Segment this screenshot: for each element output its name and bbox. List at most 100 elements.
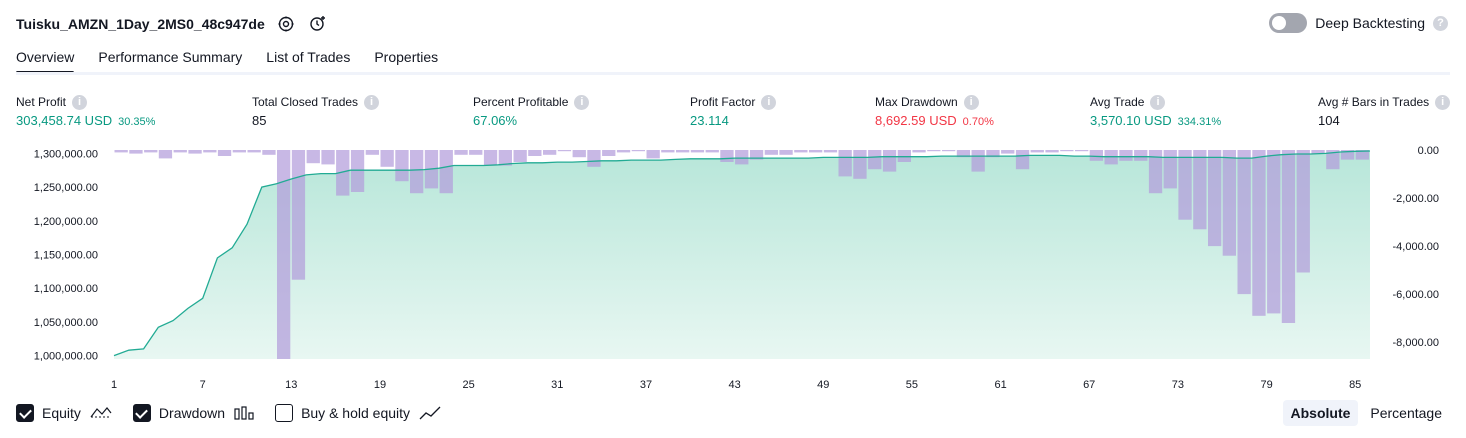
x-axis-tick: 19 xyxy=(374,379,386,391)
drawdown-bar xyxy=(1060,150,1074,152)
left-axis-tick: 1,200,000.00 xyxy=(34,216,98,228)
x-axis-tick: 7 xyxy=(200,379,206,391)
drawdown-bar xyxy=(1296,150,1310,273)
drawdown-bar xyxy=(557,150,572,152)
tab-list-of-trades[interactable]: List of Trades xyxy=(266,44,350,74)
metric-percent: 334.31% xyxy=(1177,116,1222,128)
drawdown-bar xyxy=(1267,150,1281,314)
report-tabs: Overview Performance Summary List of Tra… xyxy=(16,44,438,74)
x-axis-tick: 73 xyxy=(1172,379,1184,391)
tab-properties[interactable]: Properties xyxy=(374,44,438,74)
legend-buy-hold-label: Buy & hold equity xyxy=(301,405,411,421)
x-axis-tick: 43 xyxy=(728,379,740,391)
metric-label: Total Closed Trades xyxy=(252,95,359,109)
metric-net-profit: Net Profit i 303,458.74 USD 30.35% xyxy=(16,94,155,128)
drawdown-bar xyxy=(543,150,557,155)
metric-label: Profit Factor xyxy=(690,95,756,109)
percentage-button[interactable]: Percentage xyxy=(1362,400,1450,426)
drawdown-bar xyxy=(144,150,158,153)
x-axis-tick: 49 xyxy=(817,379,829,391)
metric-label: Percent Profitable xyxy=(473,95,569,109)
drawdown-bar xyxy=(321,150,335,165)
drawdown-bar xyxy=(868,150,882,170)
metric-total-closed-trades: Total Closed Trades i 85 xyxy=(252,94,380,128)
drawdown-bar xyxy=(469,150,483,155)
info-icon[interactable]: i xyxy=(574,94,590,110)
drawdown-bar xyxy=(454,150,468,155)
equity-checkbox[interactable] xyxy=(16,404,34,422)
drawdown-bar xyxy=(912,150,926,153)
info-icon[interactable]: i xyxy=(963,94,979,110)
drawdown-bar xyxy=(1193,150,1207,230)
source-code-icon[interactable] xyxy=(307,13,329,35)
x-axis-tick: 85 xyxy=(1349,379,1361,391)
tab-overview[interactable]: Overview xyxy=(16,44,75,74)
drawdown-bar xyxy=(631,150,645,152)
drawdown-bar xyxy=(1001,150,1015,154)
drawdown-bar xyxy=(882,150,897,172)
settings-icon[interactable] xyxy=(275,13,297,35)
help-icon[interactable]: ? xyxy=(1433,15,1448,31)
legend-drawdown[interactable]: Drawdown xyxy=(132,404,255,422)
equity-drawdown-chart[interactable]: 1,300,000.00 1,250,000.00 1,200,000.00 1,15… xyxy=(0,138,1466,398)
drawdown-bar xyxy=(410,150,424,194)
drawdown-bar xyxy=(114,150,128,153)
right-axis-tick: -8,000.00 xyxy=(1393,337,1439,349)
drawdown-bar xyxy=(587,150,601,167)
drawdown-bar xyxy=(927,150,941,152)
metric-label: Avg Trade xyxy=(1090,95,1145,109)
drawdown-bar xyxy=(809,150,823,153)
info-icon[interactable]: i xyxy=(761,94,777,110)
drawdown-bar xyxy=(173,150,187,153)
left-axis-tick: 1,150,000.00 xyxy=(34,250,98,262)
drawdown-bar xyxy=(646,150,660,159)
drawdown-bar xyxy=(1134,150,1148,161)
drawdown-bar xyxy=(1237,150,1251,295)
strategy-name: Tuisku_AMZN_1Day_2MS0_48c947de xyxy=(16,16,265,32)
drawdown-bar xyxy=(1222,150,1236,256)
drawdown-bar xyxy=(291,150,306,280)
info-icon[interactable]: i xyxy=(1435,94,1451,110)
drawdown-bars-icon xyxy=(234,406,254,420)
drawdown-bar xyxy=(217,150,232,156)
drawdown-bar xyxy=(942,150,956,152)
metric-value: 303,458.74 USD xyxy=(16,113,113,128)
drawdown-bar xyxy=(764,150,778,155)
metric-avg-trade: Avg Trade i 3,570.10 USD 334.31% xyxy=(1090,94,1221,128)
metric-label: Avg # Bars in Trades xyxy=(1318,95,1430,109)
drawdown-bar xyxy=(483,150,498,166)
drawdown-bar xyxy=(306,150,320,164)
drawdown-bar xyxy=(779,150,793,155)
absolute-button[interactable]: Absolute xyxy=(1282,400,1359,426)
drawdown-checkbox[interactable] xyxy=(132,404,151,422)
drawdown-bar xyxy=(794,150,808,153)
tab-performance-summary[interactable]: Performance Summary xyxy=(98,44,242,74)
info-icon[interactable]: i xyxy=(364,94,380,110)
drawdown-bar xyxy=(528,150,542,156)
drawdown-bar xyxy=(395,150,409,182)
chart-legend: Equity Drawdown Buy & hold equity xyxy=(16,404,442,422)
left-axis-tick: 1,100,000.00 xyxy=(34,283,98,295)
right-axis-tick: -6,000.00 xyxy=(1393,289,1439,301)
left-axis-tick: 1,050,000.00 xyxy=(34,317,98,329)
drawdown-bar xyxy=(188,150,202,154)
x-axis-tick: 1 xyxy=(111,379,117,391)
right-axis-tick: -4,000.00 xyxy=(1393,241,1439,253)
drawdown-bar xyxy=(350,150,365,192)
drawdown-bar xyxy=(1178,150,1192,220)
legend-equity[interactable]: Equity xyxy=(16,404,113,422)
metric-value: 104 xyxy=(1318,113,1340,128)
drawdown-bar xyxy=(853,150,867,179)
deep-backtesting-toggle[interactable] xyxy=(1269,13,1308,33)
metric-avg-bars: Avg # Bars in Trades i 104 xyxy=(1318,94,1451,128)
drawdown-bar xyxy=(705,150,719,153)
x-axis-tick: 31 xyxy=(551,379,563,391)
info-icon[interactable]: i xyxy=(1150,94,1166,110)
toggle-knob xyxy=(1272,16,1287,30)
right-axis-tick: 0.00 xyxy=(1418,145,1439,157)
drawdown-bar xyxy=(823,150,838,153)
x-axis-tick: 37 xyxy=(640,379,652,391)
info-icon[interactable]: i xyxy=(72,94,88,110)
buy-hold-checkbox[interactable] xyxy=(275,404,294,422)
legend-buy-hold[interactable]: Buy & hold equity xyxy=(275,404,442,422)
